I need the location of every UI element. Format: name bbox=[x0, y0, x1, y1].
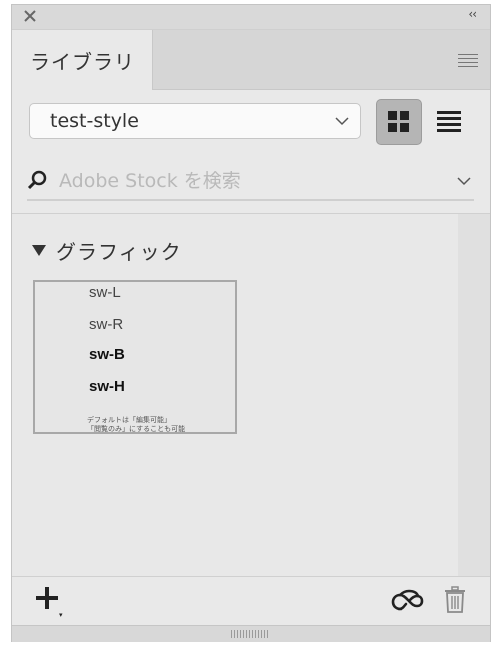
thumbnail-text: sw-R bbox=[89, 316, 124, 333]
tab-libraries[interactable]: ライブラリ bbox=[12, 30, 153, 90]
graphic-thumbnail[interactable]: sw-L sw-R sw-B sw-H デフォルトは「編集可能」 「閲覧のみ」に… bbox=[33, 280, 237, 434]
panel-footer: ▾ bbox=[12, 576, 490, 626]
search-field[interactable]: Adobe Stock を検索 bbox=[27, 163, 474, 201]
creative-cloud-icon[interactable] bbox=[390, 587, 426, 617]
chevron-down-icon bbox=[335, 117, 349, 126]
close-icon[interactable] bbox=[22, 8, 38, 24]
section-title: グラフィック bbox=[56, 240, 182, 264]
library-content: グラフィック sw-L sw-R sw-B sw-H デフォルトは「編集可能」 … bbox=[12, 213, 490, 576]
library-select-value: test-style bbox=[50, 110, 139, 132]
library-select[interactable]: test-style bbox=[29, 103, 361, 139]
thumbnail-note: 「閲覧のみ」にすることも可能 bbox=[87, 425, 186, 433]
panel-titlebar: ‹‹ bbox=[12, 5, 490, 30]
libraries-panel: ‹‹ ライブラリ test-style Adobe Stock を検索 グラフィ… bbox=[11, 4, 491, 642]
list-view-icon[interactable] bbox=[437, 111, 461, 133]
trash-icon[interactable] bbox=[444, 586, 466, 614]
thumbnail-text: sw-B bbox=[89, 346, 125, 363]
tab-bar: ライブラリ bbox=[12, 30, 490, 90]
resize-handle[interactable] bbox=[12, 625, 490, 642]
thumbnail-text: sw-H bbox=[89, 378, 125, 395]
grip-icon[interactable] bbox=[231, 630, 269, 638]
add-icon[interactable]: ▾ bbox=[36, 587, 63, 619]
tab-label: ライブラリ bbox=[30, 50, 135, 74]
section-header-graphics[interactable]: グラフィック bbox=[32, 236, 182, 265]
scrollbar-track[interactable] bbox=[458, 214, 490, 576]
collapse-panel-button[interactable]: ‹‹ bbox=[468, 7, 477, 21]
chevron-down-icon[interactable] bbox=[456, 173, 472, 189]
thumbnail-text: sw-L bbox=[89, 284, 121, 301]
grid-view-icon bbox=[388, 111, 409, 132]
disclosure-triangle-icon[interactable] bbox=[32, 245, 46, 256]
panel-menu-icon[interactable] bbox=[458, 54, 478, 67]
search-icon bbox=[27, 170, 47, 190]
search-placeholder: Adobe Stock を検索 bbox=[59, 170, 241, 192]
grid-view-button[interactable] bbox=[376, 99, 422, 145]
